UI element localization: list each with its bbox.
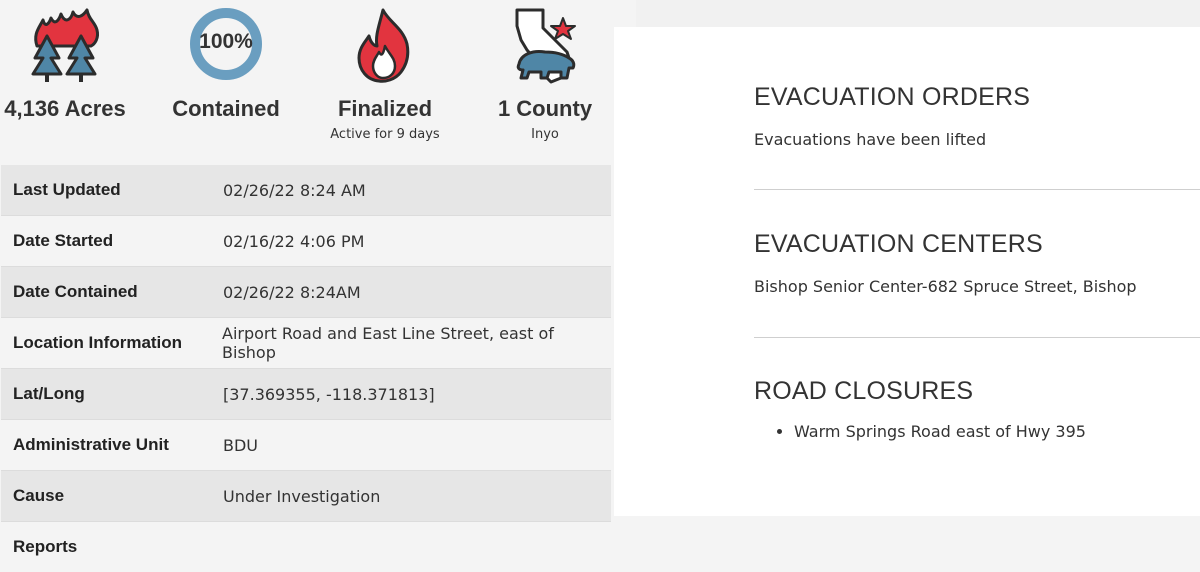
row-label: Lat/Long: [13, 384, 85, 403]
row-value: 02/16/22 4:06 PM: [223, 231, 365, 251]
status-value: Finalized: [337, 96, 433, 121]
table-row: Location Information Airport Road and Ea…: [1, 318, 611, 369]
list-item: Warm Springs Road east of Hwy 395: [794, 422, 1200, 441]
top-strip: [636, 0, 1200, 27]
table-row: Administrative Unit BDU: [1, 420, 611, 471]
incident-summary-panel: 4,136 Acres 100% Contained Finalized Act…: [0, 0, 612, 572]
road-closures-heading: ROAD CLOSURES: [754, 377, 974, 405]
row-label: Location Information: [13, 333, 183, 352]
row-value: Airport Road and East Line Street, east …: [222, 324, 554, 362]
row-label: Administrative Unit: [13, 435, 169, 454]
row-value: [37.369355, -118.371813]: [223, 384, 435, 404]
table-row: Lat/Long [37.369355, -118.371813]: [1, 369, 611, 420]
evacuation-orders-text: Evacuations have been lifted: [754, 130, 987, 149]
road-closures-section: ROAD CLOSURES Warm Springs Road east of …: [754, 377, 1200, 441]
table-row: Date Started 02/16/22 4:06 PM: [1, 216, 611, 267]
row-label: Last Updated: [13, 180, 121, 199]
table-row: Cause Under Investigation: [1, 471, 611, 522]
evacuation-orders-heading: EVACUATION ORDERS: [754, 83, 1031, 111]
table-row: Date Contained 02/26/22 8:24AM: [1, 267, 611, 318]
row-value: 02/26/22 8:24AM: [223, 282, 361, 302]
road-closures-list: Warm Springs Road east of Hwy 395: [754, 422, 1200, 441]
burning-trees-icon: [31, 8, 99, 82]
california-bear-icon: [515, 8, 576, 84]
evacuation-centers-text: Bishop Senior Center-682 Spruce Street, …: [754, 277, 1137, 296]
row-value: Under Investigation: [223, 486, 381, 506]
incident-details-table: Last Updated 02/26/22 8:24 AM Date Start…: [1, 165, 611, 572]
flame-icon: [357, 8, 410, 83]
row-label: Cause: [13, 486, 65, 505]
containment-percent: 100%: [199, 30, 253, 53]
stats-bar: 4,136 Acres 100% Contained Finalized Act…: [0, 0, 612, 165]
county-value: 1 County: [497, 96, 593, 121]
acres-value: 4,136 Acres: [4, 96, 126, 121]
row-label: Reports: [13, 537, 78, 556]
active-duration: Active for 9 days: [330, 127, 440, 142]
county-name: Inyo: [531, 127, 559, 142]
section-divider: [754, 337, 1200, 338]
row-value: BDU: [223, 435, 259, 455]
evacuation-centers-section: EVACUATION CENTERS Bishop Senior Center-…: [754, 230, 1200, 296]
row-value: 02/26/22 8:24 AM: [223, 180, 366, 200]
section-divider: [754, 189, 1200, 190]
evacuation-centers-heading: EVACUATION CENTERS: [754, 230, 1043, 258]
row-label: Date Started: [13, 231, 114, 250]
evacuation-orders-section: EVACUATION ORDERS Evacuations have been …: [754, 83, 1200, 149]
row-label: Date Contained: [13, 282, 138, 301]
evacuation-info-panel: EVACUATION ORDERS Evacuations have been …: [614, 27, 1200, 516]
containment-value: Contained: [172, 96, 280, 121]
table-row: Last Updated 02/26/22 8:24 AM: [1, 165, 611, 216]
